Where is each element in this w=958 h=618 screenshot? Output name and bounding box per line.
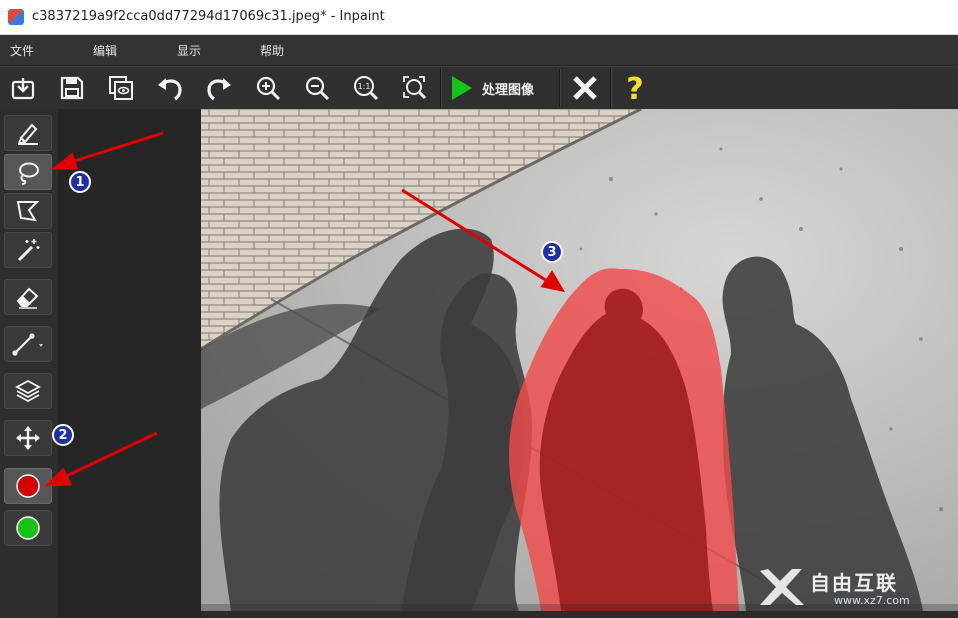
marker-icon — [17, 123, 38, 145]
title-bar: c3837219a9f2cca0dd77294d17069c31.jpeg* -… — [0, 0, 958, 35]
actual-size-icon[interactable]: 1:1 — [349, 71, 383, 105]
annotation-badge-1: 1 — [69, 171, 91, 193]
toolbar-separator — [559, 69, 561, 107]
move-tool[interactable] — [4, 420, 52, 456]
watermark-url: www.xz7.com — [834, 594, 910, 607]
redo-icon[interactable] — [202, 71, 236, 105]
watermark-logo-icon — [760, 569, 804, 605]
app-icon — [8, 9, 24, 25]
process-icon — [452, 76, 472, 100]
red-circle-icon — [16, 474, 40, 498]
watermark-text: 自由互联 — [810, 571, 898, 595]
eraser-icon — [16, 287, 39, 309]
toolbar-separator — [440, 69, 442, 107]
watermark: 自由互联 www.xz7.com — [756, 565, 946, 613]
lasso-tool[interactable] — [4, 154, 52, 190]
magic-wand-icon — [17, 239, 40, 262]
window-title: c3837219a9f2cca0dd77294d17069c31.jpeg* -… — [32, 9, 385, 24]
eraser-tool[interactable] — [4, 279, 52, 315]
annotation-badge-3: 3 — [541, 241, 563, 263]
open-icon[interactable] — [6, 71, 40, 105]
menu-file[interactable]: 文件 — [10, 42, 34, 59]
help-icon[interactable]: ? — [618, 71, 652, 105]
process-image-button[interactable]: 处理图像 — [448, 71, 552, 105]
toolbar-separator — [610, 69, 612, 107]
process-image-label: 处理图像 — [482, 82, 535, 98]
polygonal-lasso-icon — [16, 201, 40, 222]
marker-tool[interactable] — [4, 115, 52, 151]
green-circle-icon — [16, 516, 40, 540]
tool-panel — [0, 109, 58, 618]
layers-tool[interactable] — [4, 373, 52, 409]
red-color-swatch[interactable] — [4, 468, 52, 504]
menu-bar: 文件 编辑 显示 帮助 — [0, 35, 958, 65]
menu-help[interactable]: 帮助 — [260, 42, 284, 59]
polygonal-lasso-tool[interactable] — [4, 193, 52, 229]
line-tool[interactable] — [4, 326, 52, 362]
green-color-swatch[interactable] — [4, 510, 52, 546]
undo-icon[interactable] — [153, 71, 187, 105]
annotation-badge-2: 2 — [52, 424, 74, 446]
svg-text:?: ? — [626, 73, 643, 103]
fit-icon[interactable] — [398, 71, 432, 105]
line-icon — [12, 333, 43, 356]
lasso-icon — [19, 162, 39, 185]
photo — [201, 109, 958, 611]
image-canvas[interactable] — [201, 109, 958, 611]
save-icon[interactable] — [55, 71, 89, 105]
toolbar: 1:1 处理图像 ? — [0, 66, 958, 110]
menu-edit[interactable]: 编辑 — [93, 42, 117, 59]
layers-icon — [15, 379, 41, 403]
save-as-icon[interactable] — [104, 71, 138, 105]
cancel-icon[interactable] — [568, 71, 602, 105]
zoom-out-icon[interactable] — [300, 71, 334, 105]
svg-text:1:1: 1:1 — [358, 82, 371, 91]
zoom-in-icon[interactable] — [251, 71, 285, 105]
move-icon — [16, 426, 40, 450]
menu-view[interactable]: 显示 — [177, 42, 201, 59]
magic-wand-tool[interactable] — [4, 232, 52, 268]
